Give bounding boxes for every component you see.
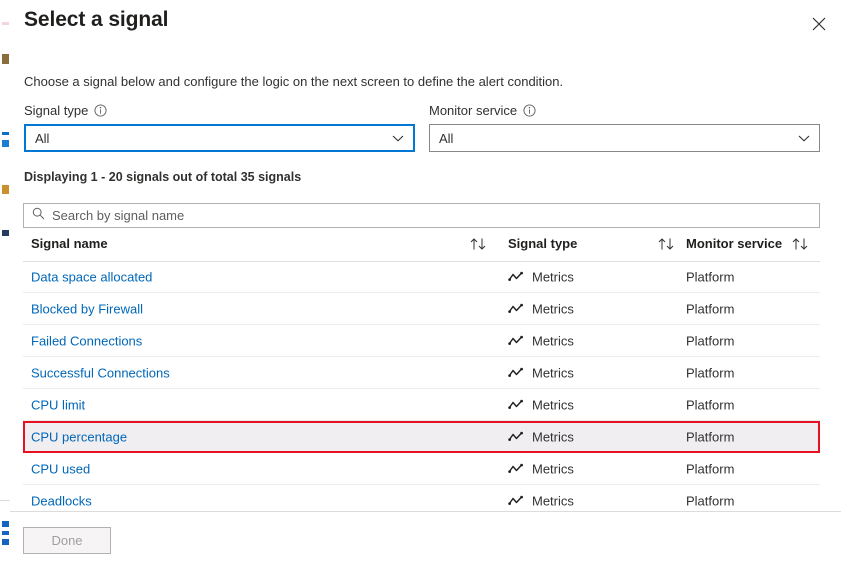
table-row[interactable]: CPU limit Metrics Platform <box>23 389 820 421</box>
background-mark <box>2 531 9 535</box>
background-mark <box>2 140 9 147</box>
signal-name-link[interactable]: CPU used <box>31 461 90 476</box>
footer-divider <box>10 511 841 512</box>
close-button[interactable] <box>805 10 833 38</box>
signal-type-value: Metrics <box>532 493 574 508</box>
table-row[interactable]: Successful Connections Metrics Platform <box>23 357 820 389</box>
monitor-service-dropdown[interactable]: All <box>429 124 820 152</box>
background-mark <box>2 521 9 527</box>
metrics-icon <box>508 431 524 443</box>
signal-type-filter: Signal type All <box>24 101 415 152</box>
monitor-service-value: Platform <box>686 365 735 380</box>
search-icon <box>32 207 45 225</box>
signal-name-link[interactable]: Successful Connections <box>31 365 170 380</box>
monitor-service-value: Platform <box>686 461 735 476</box>
table-row[interactable]: CPU used Metrics Platform <box>23 453 820 485</box>
filter-row: Signal type All Monitor service All <box>24 101 824 152</box>
table-row[interactable]: Data space allocated Metrics Platform <box>23 261 820 293</box>
select-signal-blade: Select a signal Choose a signal below an… <box>10 0 841 571</box>
metrics-icon <box>508 367 524 379</box>
signal-type-value: Metrics <box>532 365 574 380</box>
signal-type-label: Signal type <box>24 102 89 118</box>
chevron-down-icon <box>392 131 404 146</box>
signal-type-value: Metrics <box>532 461 574 476</box>
background-mark <box>2 230 9 236</box>
background-mark <box>2 185 9 194</box>
signal-type-value: Metrics <box>532 429 574 445</box>
signal-name-link[interactable]: Blocked by Firewall <box>31 301 143 316</box>
table-row[interactable]: Failed Connections Metrics Platform <box>23 325 820 357</box>
table-row[interactable]: CPU percentage Metrics Platform <box>23 421 820 453</box>
search-box[interactable] <box>23 203 820 228</box>
monitor-service-value: Platform <box>686 333 735 348</box>
signal-type-value: Metrics <box>532 269 574 284</box>
signal-type-value: All <box>35 130 50 146</box>
metrics-icon <box>508 271 524 283</box>
column-header-signal-type[interactable]: Signal type <box>508 236 577 251</box>
signal-type-dropdown[interactable]: All <box>24 124 415 152</box>
monitor-service-value: Platform <box>686 429 735 445</box>
table-row[interactable]: Deadlocks Metrics Platform <box>23 485 820 511</box>
monitor-service-value: All <box>439 130 454 146</box>
table-header: Signal name Signal type Monitor service <box>23 236 820 262</box>
signal-name-link[interactable]: CPU limit <box>31 397 85 412</box>
signal-name-link[interactable]: CPU percentage <box>31 430 127 445</box>
signal-table-body[interactable]: Data space allocated Metrics Platform Block… <box>23 261 820 511</box>
sort-updown-icon-signal-type[interactable] <box>657 237 679 256</box>
background-divider <box>0 500 10 501</box>
search-input[interactable] <box>52 208 811 223</box>
background-mark <box>2 132 9 135</box>
column-header-signal-name[interactable]: Signal name <box>31 236 108 251</box>
signal-type-label-row: Signal type <box>24 101 415 119</box>
signal-name-link[interactable]: Data space allocated <box>31 269 152 284</box>
metrics-icon <box>508 463 524 475</box>
signal-name-link[interactable]: Deadlocks <box>31 493 92 508</box>
monitor-service-value: Platform <box>686 301 735 316</box>
background-mark <box>2 22 9 25</box>
info-icon[interactable] <box>523 103 536 117</box>
monitor-service-value: Platform <box>686 493 735 508</box>
background-mark <box>2 539 9 545</box>
blade-subtitle: Choose a signal below and configure the … <box>24 74 564 89</box>
monitor-service-filter: Monitor service All <box>429 101 820 152</box>
table-row[interactable]: Blocked by Firewall Metrics Platform <box>23 293 820 325</box>
close-icon <box>812 17 826 31</box>
page-title: Select a signal <box>24 8 169 31</box>
info-icon[interactable] <box>94 103 107 117</box>
metrics-icon <box>508 303 524 315</box>
signal-name-link[interactable]: Failed Connections <box>31 333 142 348</box>
signal-type-value: Metrics <box>532 301 574 316</box>
column-header-monitor-service[interactable]: Monitor service <box>686 236 782 251</box>
signal-type-value: Metrics <box>532 333 574 348</box>
background-mark <box>2 54 9 64</box>
monitor-service-label-row: Monitor service <box>429 101 820 119</box>
monitor-service-value: Platform <box>686 397 735 412</box>
metrics-icon <box>508 495 524 507</box>
monitor-service-value: Platform <box>686 269 735 284</box>
sort-updown-icon-signal-name[interactable] <box>469 237 491 256</box>
done-button[interactable]: Done <box>23 527 111 554</box>
results-count: Displaying 1 - 20 signals out of total 3… <box>24 170 302 184</box>
monitor-service-label: Monitor service <box>429 102 518 118</box>
chevron-down-icon <box>798 131 810 146</box>
metrics-icon <box>508 335 524 347</box>
metrics-icon <box>508 399 524 411</box>
sort-updown-icon-monitor-service[interactable] <box>791 237 813 256</box>
signal-type-value: Metrics <box>532 397 574 412</box>
